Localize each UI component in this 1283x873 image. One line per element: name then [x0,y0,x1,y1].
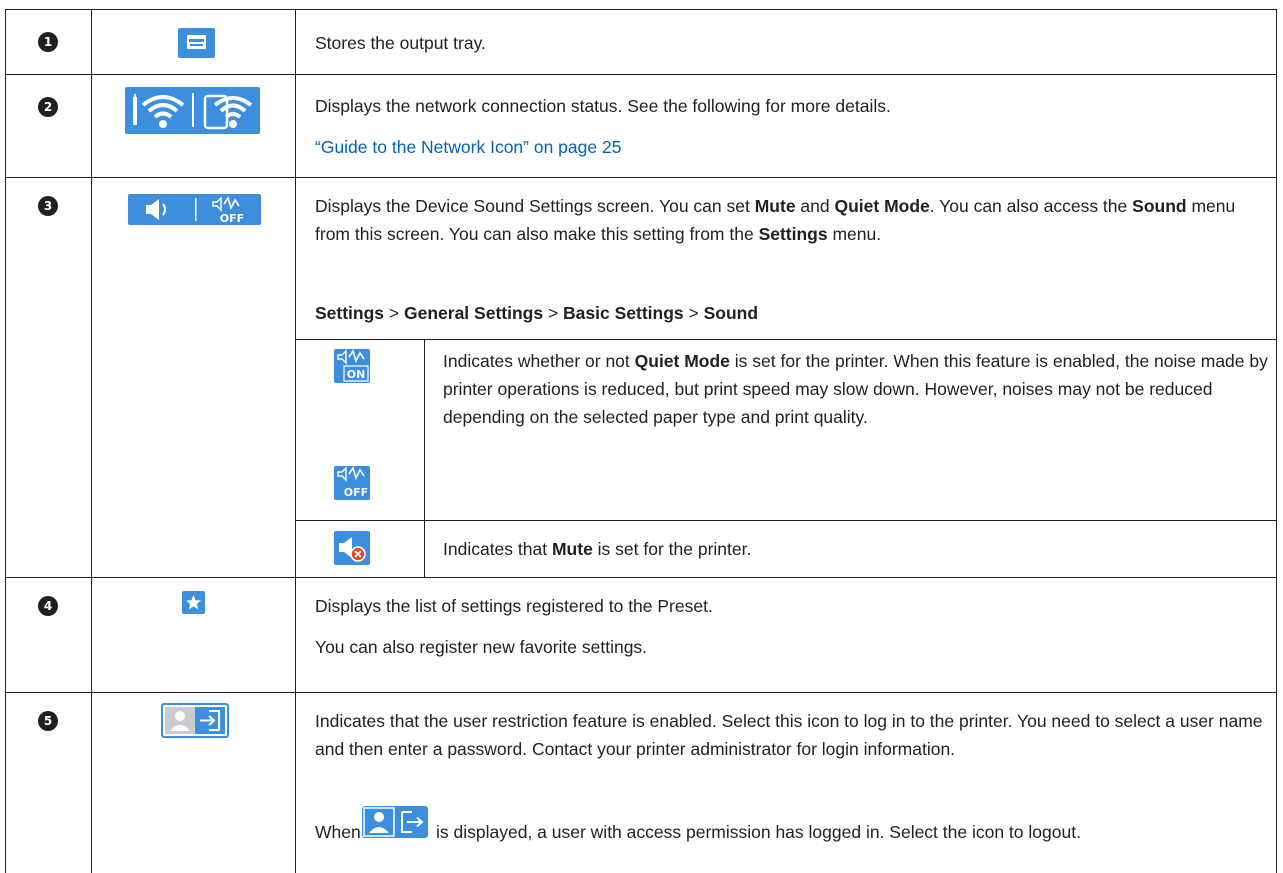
row-3-intro: Displays the Device Sound Settings scree… [315,196,1236,244]
quiet-mode-description: Indicates whether or not Quiet Mode is s… [443,351,1268,427]
row-2-description: Displays the network connection status. … [315,96,891,116]
logged-in-note-end: is displayed, a user with access permiss… [436,822,1081,842]
row-1-description: Stores the output tray. [315,33,486,53]
mute-description: Indicates that Mute is set for the print… [443,539,752,559]
row-number-1: 1 [38,32,58,52]
sound-settings-path: Settings > General Settings > Basic Sett… [315,303,759,323]
table-border-left [5,9,6,873]
subtable-column-divider [424,339,425,577]
row-4-description: Displays the list of settings registered… [315,596,713,616]
network-icon-guide-link[interactable]: “Guide to the Network Icon” on page 25 [315,133,621,161]
svg-text:OFF: OFF [344,486,368,499]
row-divider-2 [5,177,1277,178]
column-divider-1 [91,9,92,873]
svg-text:ON: ON [347,368,366,381]
row-number-5: 5 [38,711,58,731]
mute-icon [334,531,370,565]
row-divider-4 [5,692,1277,693]
logged-in-note-start: When [315,822,361,842]
quiet-mode-off-icon: OFF [334,466,370,500]
row-divider-3 [5,577,1277,578]
svg-text:OFF: OFF [220,212,244,225]
output-tray-icon [178,28,215,58]
row-number-2: 2 [38,97,58,117]
subtable-row-divider [296,520,1277,521]
column-divider-2 [295,9,296,873]
row-4-description-2: You can also register new favorite setti… [315,637,648,657]
network-status-icon [125,87,260,134]
user-login-icon [161,703,229,738]
quiet-mode-on-icon: ON [334,349,370,383]
row-divider-1 [5,74,1277,75]
user-logged-in-icon [362,806,428,838]
row-number-4: 4 [38,596,58,616]
row-5-description: Indicates that the user restriction feat… [315,711,1263,759]
preset-star-icon [182,591,205,614]
subtable-border-top [296,339,1277,340]
device-sound-icon: OFF [128,194,261,225]
table-border-top [5,9,1277,10]
table-border-right [1276,9,1277,873]
row-number-3: 3 [38,196,58,216]
